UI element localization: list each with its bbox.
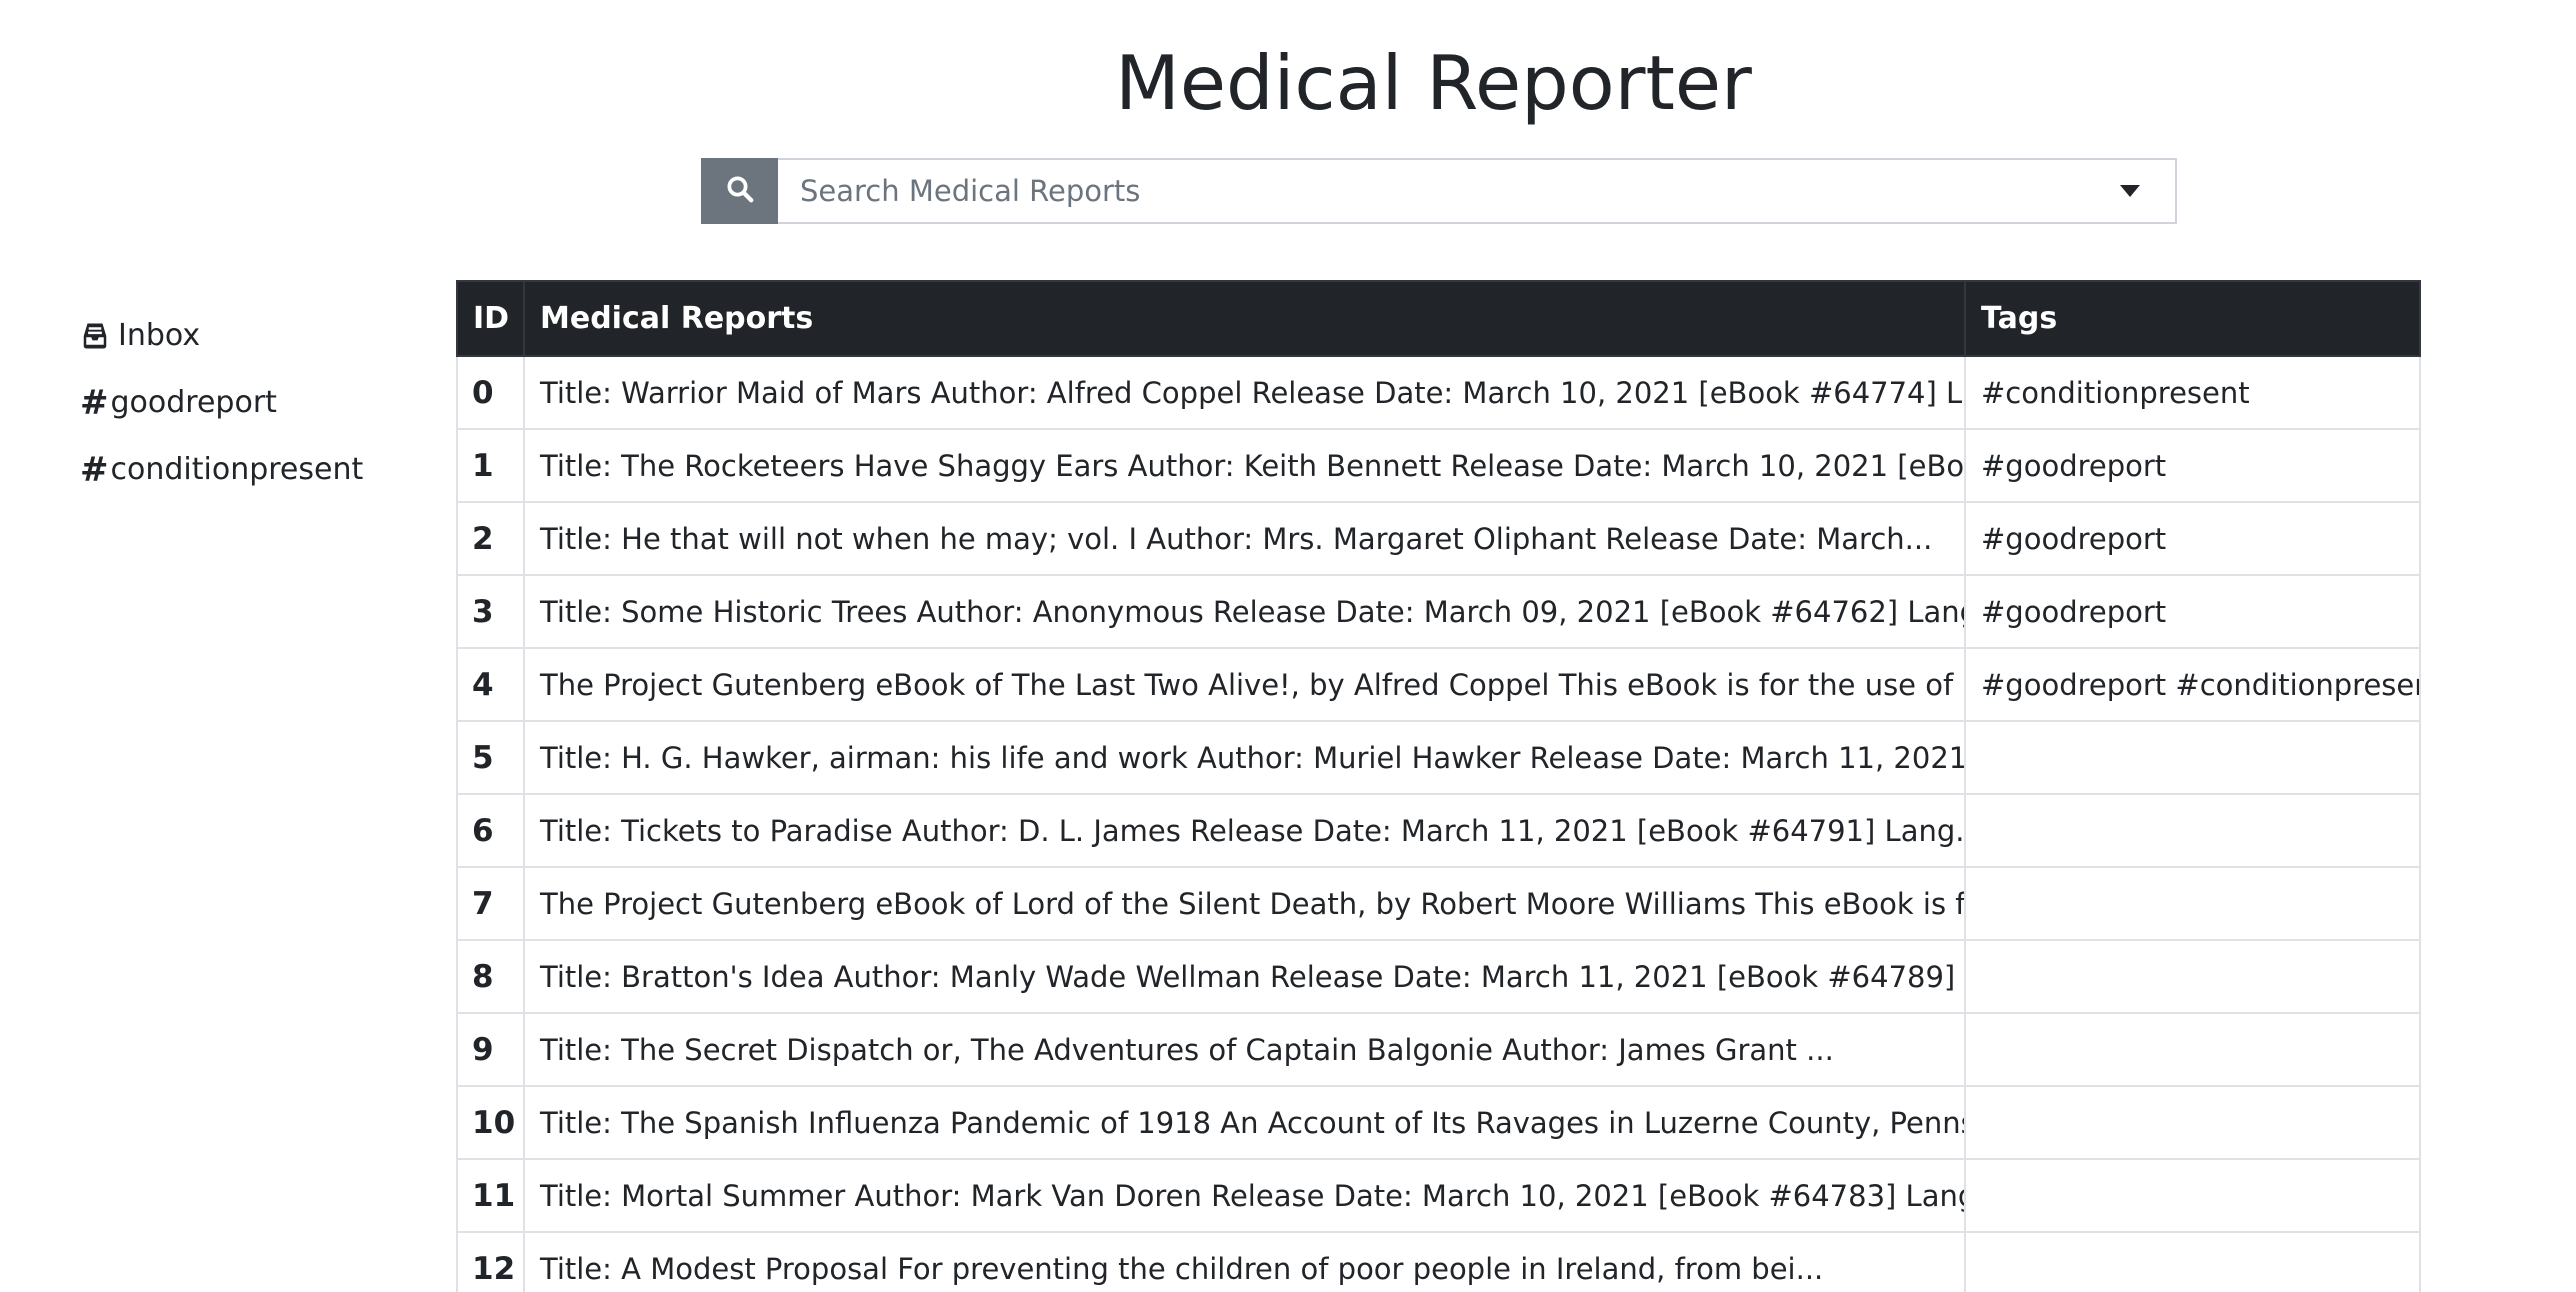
sidebar: Inbox # goodreport # conditionpresent — [80, 302, 410, 503]
column-header-id[interactable]: ID — [456, 280, 525, 357]
table-row[interactable]: 7 The Project Gutenberg eBook of Lord of… — [456, 866, 2421, 941]
row-report[interactable]: Title: Tickets to Paradise Author: D. L.… — [523, 793, 1966, 868]
row-id: 11 — [456, 1158, 525, 1233]
row-id: 3 — [456, 574, 525, 649]
row-id: 2 — [456, 501, 525, 576]
column-header-tags[interactable]: Tags — [1964, 280, 2421, 357]
row-report[interactable]: Title: Bratton's Idea Author: Manly Wade… — [523, 939, 1966, 1014]
table-row[interactable]: 9 Title: The Secret Dispatch or, The Adv… — [456, 1012, 2421, 1087]
hashtag-icon: # — [80, 382, 109, 423]
row-report[interactable]: Title: Mortal Summer Author: Mark Van Do… — [523, 1158, 1966, 1233]
table-row[interactable]: 12 Title: A Modest Proposal For preventi… — [456, 1231, 2421, 1292]
table-row[interactable]: 6 Title: Tickets to Paradise Author: D. … — [456, 793, 2421, 868]
sidebar-item-conditionpresent[interactable]: # conditionpresent — [80, 436, 410, 503]
hashtag-icon: # — [80, 449, 109, 490]
table-body: 0 Title: Warrior Maid of Mars Author: Al… — [456, 355, 2421, 1292]
table-row[interactable]: 0 Title: Warrior Maid of Mars Author: Al… — [456, 355, 2421, 430]
row-report[interactable]: Title: He that will not when he may; vol… — [523, 501, 1966, 576]
row-id: 4 — [456, 647, 525, 722]
table-row[interactable]: 4 The Project Gutenberg eBook of The Las… — [456, 647, 2421, 722]
row-id: 5 — [456, 720, 525, 795]
page-title: Medical Reporter — [1115, 39, 1752, 127]
row-tags: #goodreport — [1964, 428, 2421, 503]
row-tags — [1964, 1012, 2421, 1087]
row-id: 8 — [456, 939, 525, 1014]
row-report[interactable]: Title: The Spanish Influenza Pandemic of… — [523, 1085, 1966, 1160]
row-id: 6 — [456, 793, 525, 868]
row-tags — [1964, 939, 2421, 1014]
caret-down-icon — [2120, 182, 2140, 201]
sidebar-item-label: conditionpresent — [110, 452, 364, 487]
inbox-icon — [80, 321, 110, 351]
table-row[interactable]: 8 Title: Bratton's Idea Author: Manly Wa… — [456, 939, 2421, 1014]
sidebar-item-label: goodreport — [110, 385, 277, 420]
row-id: 7 — [456, 866, 525, 941]
page: Medical Reporter Search Medical Reports … — [0, 0, 2576, 1292]
row-id: 12 — [456, 1231, 525, 1292]
row-report[interactable]: Title: The Secret Dispatch or, The Adven… — [523, 1012, 1966, 1087]
row-tags — [1964, 1158, 2421, 1233]
sidebar-item-goodreport[interactable]: # goodreport — [80, 369, 410, 436]
row-tags — [1964, 720, 2421, 795]
search-bar — [701, 158, 2177, 224]
row-report[interactable]: The Project Gutenberg eBook of Lord of t… — [523, 866, 1966, 941]
row-tags: #goodreport #conditionpresent — [1964, 647, 2421, 722]
table-row[interactable]: 5 Title: H. G. Hawker, airman: his life … — [456, 720, 2421, 795]
row-tags — [1964, 1085, 2421, 1160]
table-row[interactable]: 11 Title: Mortal Summer Author: Mark Van… — [456, 1158, 2421, 1233]
row-id: 9 — [456, 1012, 525, 1087]
row-report[interactable]: Title: Some Historic Trees Author: Anony… — [523, 574, 1966, 649]
table-header-row: ID Medical Reports Tags — [456, 280, 2421, 357]
row-report[interactable]: Title: The Rocketeers Have Shaggy Ears A… — [523, 428, 1966, 503]
row-tags — [1964, 793, 2421, 868]
row-id: 0 — [456, 355, 525, 430]
sidebar-item-label: Inbox — [118, 318, 201, 353]
search-dropdown-toggle[interactable] — [2105, 160, 2155, 222]
row-report[interactable]: Title: A Modest Proposal For preventing … — [523, 1231, 1966, 1292]
row-tags — [1964, 1231, 2421, 1292]
search-field — [778, 158, 2177, 224]
table-row[interactable]: 1 Title: The Rocketeers Have Shaggy Ears… — [456, 428, 2421, 503]
table-row[interactable]: 2 Title: He that will not when he may; v… — [456, 501, 2421, 576]
row-tags: #goodreport — [1964, 501, 2421, 576]
reports-table-container: ID Medical Reports Tags 0 Title: Warrior… — [456, 280, 2421, 1292]
row-report[interactable]: Title: H. G. Hawker, airman: his life an… — [523, 720, 1966, 795]
reports-table: ID Medical Reports Tags 0 Title: Warrior… — [456, 280, 2421, 1292]
row-tags: #conditionpresent — [1964, 355, 2421, 430]
row-tags — [1964, 866, 2421, 941]
search-icon — [725, 174, 755, 208]
column-header-medical-reports[interactable]: Medical Reports — [523, 280, 1966, 357]
row-report[interactable]: Title: Warrior Maid of Mars Author: Alfr… — [523, 355, 1966, 430]
search-button[interactable] — [701, 158, 778, 224]
table-row[interactable]: 3 Title: Some Historic Trees Author: Ano… — [456, 574, 2421, 649]
row-id: 10 — [456, 1085, 525, 1160]
table-header: ID Medical Reports Tags — [456, 280, 2421, 357]
sidebar-item-inbox[interactable]: Inbox — [80, 302, 410, 369]
row-tags: #goodreport — [1964, 574, 2421, 649]
search-input[interactable] — [778, 160, 2105, 222]
row-report[interactable]: The Project Gutenberg eBook of The Last … — [523, 647, 1966, 722]
row-id: 1 — [456, 428, 525, 503]
table-row[interactable]: 10 Title: The Spanish Influenza Pandemic… — [456, 1085, 2421, 1160]
